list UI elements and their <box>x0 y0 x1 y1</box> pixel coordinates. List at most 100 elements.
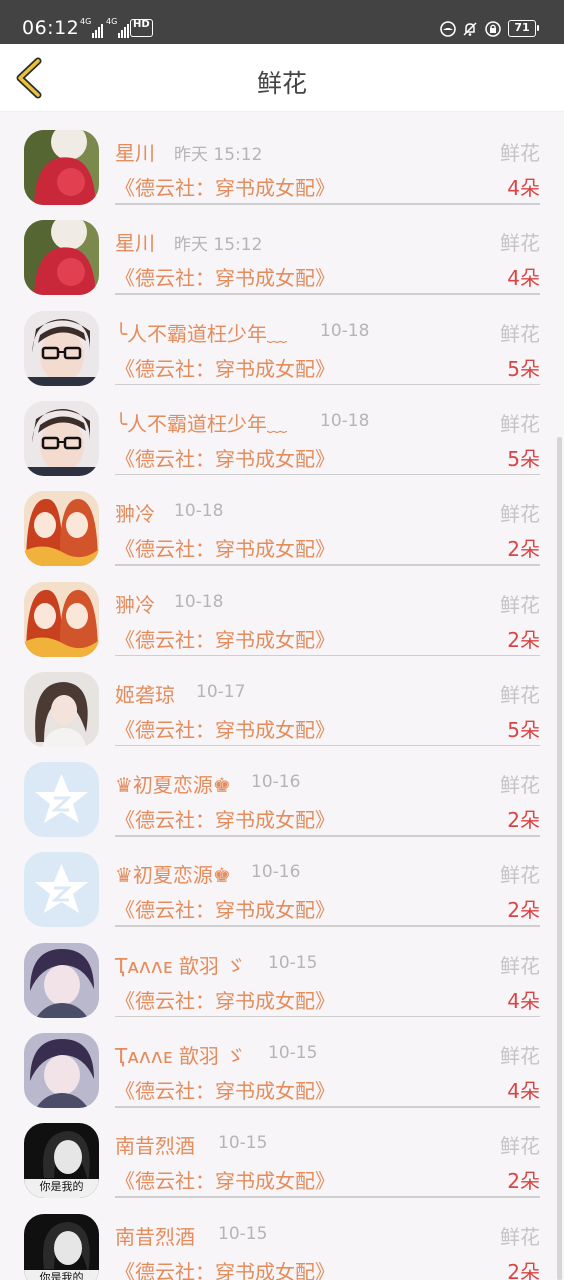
sender-name: Ҭᴀᴧᴧᴇ 歆羽 ゞ <box>115 953 246 978</box>
gift-count: 4朵 <box>507 176 540 200</box>
book-title[interactable]: 《德云社：穿书成女配》 <box>115 353 335 382</box>
list-item[interactable]: ♛初夏恋源♚ 10-16 鲜花 《德云社：穿书成女配》 2朵 <box>0 843 564 933</box>
scrollbar[interactable] <box>557 437 562 1280</box>
default-star-avatar[interactable] <box>24 762 99 838</box>
gift-count: 2朵 <box>507 808 540 833</box>
gift-count: 2朵 <box>507 1259 540 1280</box>
book-title[interactable]: 《德云社：穿书成女配》 <box>115 1165 335 1194</box>
red-cap-avatar[interactable] <box>24 130 99 205</box>
signal-icon: 4G <box>80 18 104 38</box>
divider <box>115 1106 540 1108</box>
divider <box>115 564 540 566</box>
gift-count: 2朵 <box>507 898 540 923</box>
list-item[interactable]: Ҭᴀᴧᴧᴇ 歆羽 ゞ 10-15 鲜花《德云社：穿书成女配》 4朵 <box>0 934 564 1024</box>
lock-rotate-icon <box>485 21 501 37</box>
list-item[interactable]: 姬砻琼 10-17 鲜花 《德云社：穿书成女配》 5朵 <box>0 663 564 753</box>
timestamp: 10-15 <box>218 1133 268 1154</box>
anime-pair-avatar[interactable] <box>24 491 99 567</box>
sender-name: 翀冷 <box>115 592 155 617</box>
gift-type: 鲜花 <box>500 592 540 617</box>
list-item[interactable]: Ҭᴀᴧᴧᴇ 歆羽 ゞ 10-15 鲜花 《德云社：穿书成女配》 4朵 <box>0 1024 564 1114</box>
status-bar: 06:12 4G 4G HD 71 <box>0 0 564 44</box>
gift-type: 鲜花 <box>500 141 540 165</box>
gift-type: 鲜花 <box>500 682 540 707</box>
signal-icon: 4G <box>106 18 130 38</box>
bw-photo-avatar[interactable]: 你是我的 <box>24 1123 99 1199</box>
gift-count: 4朵 <box>507 1079 540 1103</box>
timestamp: 10-18 <box>174 501 224 522</box>
gift-type: 鲜花 <box>500 953 540 978</box>
list-item[interactable]: 你是我的 南昔烈酒 10-15 鲜花 《德云社：穿书成女配》 2朵 <box>0 1205 564 1280</box>
book-title[interactable]: 《德云社：穿书成女配》 <box>115 172 335 201</box>
book-title[interactable]: 《德云社：穿书成女配》 <box>115 262 335 291</box>
list-item[interactable]: 你是我的 南昔烈酒 10-15 鲜花 《德云社：穿书成女配》 2朵 <box>0 1114 564 1204</box>
gift-type: 鲜花 <box>500 502 540 527</box>
timestamp: 10-18 <box>320 320 370 341</box>
book-title[interactable]: 《德云社：穿书成女配》 <box>115 624 335 653</box>
hd-icon: HD <box>130 19 153 37</box>
timestamp: 昨天 15:12 <box>174 145 263 165</box>
book-title[interactable]: 《德云社：穿书成女配》 <box>115 1075 335 1104</box>
list-item[interactable]: ╰人不霸道枉少年﹏ 10-18 鲜花《德云社：穿书成女配》 5朵 <box>0 302 564 392</box>
list-item[interactable]: ♛初夏恋源♚ 10-16 鲜花 《德云社：穿书成女配》 2朵 <box>0 753 564 843</box>
bw-photo-avatar[interactable]: 你是我的 <box>24 1213 99 1280</box>
timestamp: 10-15 <box>268 952 318 973</box>
book-title[interactable]: 《德云社：穿书成女配》 <box>115 985 335 1014</box>
timestamp: 10-18 <box>320 410 370 431</box>
sender-name: 南昔烈酒 <box>115 1134 195 1159</box>
book-title[interactable]: 《德云社：穿书成女配》 <box>115 1256 335 1280</box>
anime-girl-avatar[interactable] <box>24 671 99 747</box>
gift-type: 鲜花 <box>500 1044 540 1068</box>
gift-type: 鲜花 <box>500 863 540 888</box>
timestamp: 10-15 <box>218 1223 268 1244</box>
book-title[interactable]: 《德云社：穿书成女配》 <box>115 714 335 743</box>
gift-count: 4朵 <box>507 266 540 291</box>
gift-type: 鲜花 <box>500 321 540 346</box>
divider <box>115 203 540 205</box>
anime-pair-avatar[interactable] <box>24 581 99 657</box>
battery-icon: 71 <box>508 20 539 37</box>
sender-name: ♛初夏恋源♚ <box>115 863 231 888</box>
list-item[interactable]: ╰人不霸道枉少年﹏ 10-18 鲜花 《德云社：穿书成女配》 5朵 <box>0 392 564 482</box>
sender-name: ╰人不霸道枉少年﹏ <box>115 411 288 436</box>
purple-photo-avatar[interactable] <box>24 942 99 1018</box>
book-title[interactable]: 《德云社：穿书成女配》 <box>115 894 335 923</box>
divider <box>115 293 540 295</box>
status-time: 06:12 <box>22 17 80 39</box>
list-item[interactable]: 翀冷 10-18 鲜花 《德云社：穿书成女配》 2朵 <box>0 482 564 572</box>
mute-icon <box>463 22 477 36</box>
book-title[interactable]: 《德云社：穿书成女配》 <box>115 533 335 562</box>
gift-count: 5朵 <box>507 717 540 742</box>
page-title: 鲜花 <box>256 69 307 98</box>
divider <box>115 925 540 927</box>
gift-type: 鲜花 <box>500 411 540 436</box>
sender-name: 星川 <box>115 141 155 165</box>
book-title[interactable]: 《德云社：穿书成女配》 <box>115 443 335 472</box>
divider <box>115 473 540 476</box>
glasses-avatar[interactable] <box>24 400 99 476</box>
timestamp: 10-18 <box>174 591 224 612</box>
avatar-caption: 你是我的 <box>39 1270 84 1280</box>
list-item[interactable]: 翀冷 10-18 鲜花《德云社：穿书成女配》 2朵 <box>0 573 564 663</box>
divider <box>115 744 540 747</box>
sender-name: ╰人不霸道枉少年﹏ <box>115 321 288 346</box>
red-cap-avatar[interactable] <box>24 220 99 296</box>
list-item[interactable]: 星川 昨天 15:12 鲜花《德云社：穿书成女配》 4朵 <box>0 121 564 211</box>
gift-count: 4朵 <box>507 988 540 1013</box>
book-title[interactable]: 《德云社：穿书成女配》 <box>115 804 335 833</box>
glasses-avatar[interactable] <box>24 310 99 386</box>
gift-type: 鲜花 <box>500 773 540 798</box>
default-star-avatar[interactable] <box>24 852 99 928</box>
sender-name: 姬砻琼 <box>115 682 175 707</box>
list-item[interactable]: 星川 昨天 15:12 鲜花 《德云社：穿书成女配》 4朵 <box>0 211 564 301</box>
purple-photo-avatar[interactable] <box>24 1033 99 1108</box>
avatar-caption: 你是我的 <box>39 1180 84 1194</box>
gift-count: 5朵 <box>507 356 540 381</box>
nav-bar: 鲜花 <box>0 44 564 112</box>
sender-name: ♛初夏恋源♚ <box>115 773 231 798</box>
divider <box>115 654 540 656</box>
gift-type: 鲜花 <box>500 1224 540 1249</box>
flower-list[interactable]: 星川 昨天 15:12 鲜花 《德云社：穿书成女配》 4朵 星川 昨天 15:12 鲜花 《德云… <box>0 112 564 1280</box>
timestamp: 昨天 15:12 <box>174 235 263 256</box>
gift-count: 2朵 <box>507 627 540 652</box>
